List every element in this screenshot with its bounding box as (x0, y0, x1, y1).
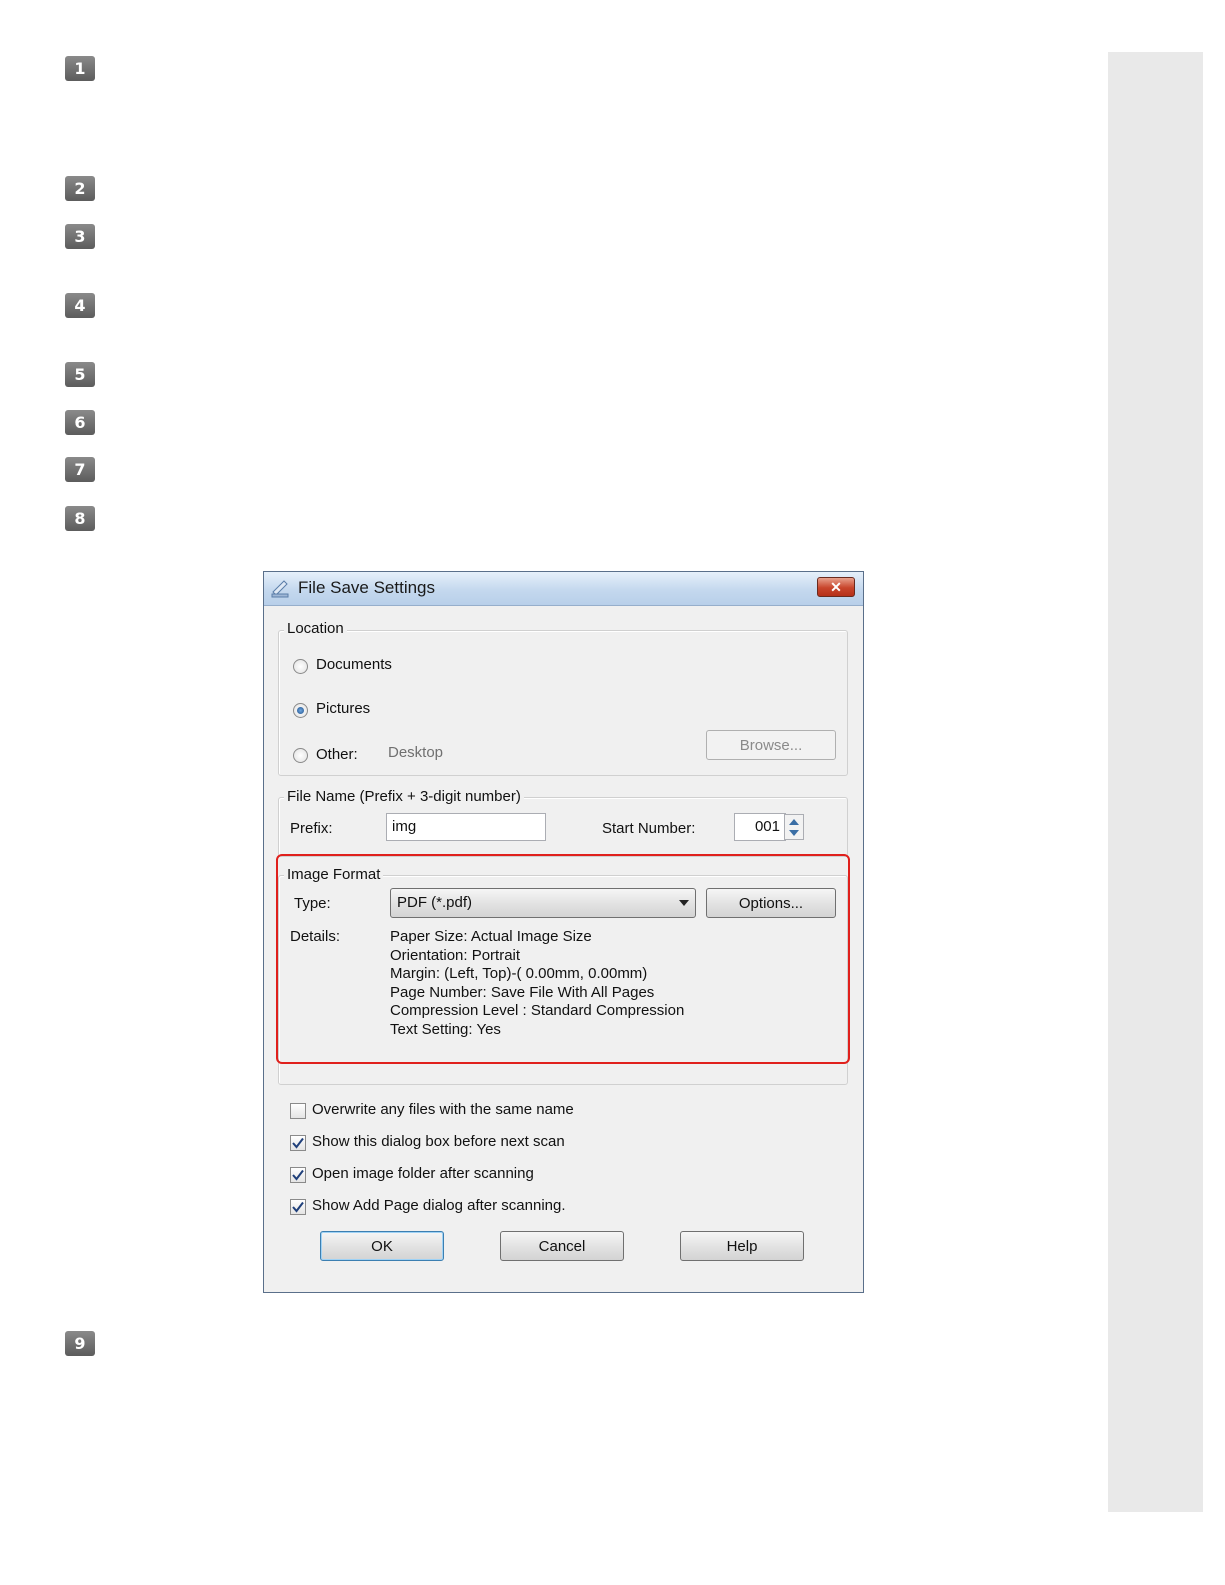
step-badge-7: 7 (65, 457, 95, 482)
step-badge-3: 3 (65, 224, 95, 249)
spin-down-icon[interactable] (789, 830, 799, 836)
checkmark-icon (292, 1201, 304, 1213)
step-badge-4: 4 (65, 293, 95, 318)
dialog-titlebar[interactable]: File Save Settings ✕ (264, 572, 863, 606)
close-button[interactable]: ✕ (817, 577, 855, 597)
step-badge-5: 5 (65, 362, 95, 387)
help-button[interactable]: Help (680, 1231, 804, 1261)
prefix-label: Prefix: (290, 820, 333, 837)
overwrite-label: Overwrite any files with the same name (312, 1101, 574, 1118)
documents-label: Documents (316, 656, 392, 673)
other-radio[interactable] (293, 748, 308, 763)
open-folder-checkbox[interactable] (290, 1167, 306, 1183)
radio-selected-dot (297, 707, 304, 714)
documents-radio[interactable] (293, 659, 308, 674)
show-add-page-label: Show Add Page dialog after scanning. (312, 1197, 566, 1214)
overwrite-checkbox[interactable] (290, 1103, 306, 1119)
pictures-label: Pictures (316, 700, 371, 717)
prefix-input[interactable]: img (386, 813, 546, 841)
other-label: Other: (316, 746, 358, 763)
file-name-group-label: File Name (Prefix + 3-digit number) (284, 788, 524, 805)
checkmark-icon (292, 1137, 304, 1149)
browse-button[interactable]: Browse... (706, 730, 836, 760)
other-location-value: Desktop (388, 744, 444, 761)
right-margin-panel (1108, 52, 1203, 1512)
show-dialog-checkbox[interactable] (290, 1135, 306, 1151)
step-badge-8: 8 (65, 506, 95, 531)
dialog-title: File Save Settings (298, 578, 436, 597)
pictures-radio[interactable] (293, 703, 308, 718)
start-number-stepper[interactable] (784, 814, 804, 840)
spin-up-icon[interactable] (789, 819, 799, 825)
location-group-label: Location (284, 620, 347, 637)
open-folder-label: Open image folder after scanning (312, 1165, 534, 1182)
start-number-label: Start Number: (602, 820, 696, 837)
checkmark-icon (292, 1169, 304, 1181)
image-format-highlight (276, 854, 850, 1064)
start-number-input[interactable]: 001 (734, 813, 786, 841)
step-badge-2: 2 (65, 176, 95, 201)
step-badge-9: 9 (65, 1331, 95, 1356)
cancel-button[interactable]: Cancel (500, 1231, 624, 1261)
step-badge-6: 6 (65, 410, 95, 435)
scanner-app-icon (271, 580, 289, 598)
ok-button[interactable]: OK (320, 1231, 444, 1261)
show-add-page-checkbox[interactable] (290, 1199, 306, 1215)
show-dialog-label: Show this dialog box before next scan (312, 1133, 565, 1150)
file-save-settings-dialog: File Save Settings ✕ Location Documents … (263, 571, 864, 1293)
close-icon: ✕ (830, 578, 842, 595)
step-badge-1: 1 (65, 56, 95, 81)
